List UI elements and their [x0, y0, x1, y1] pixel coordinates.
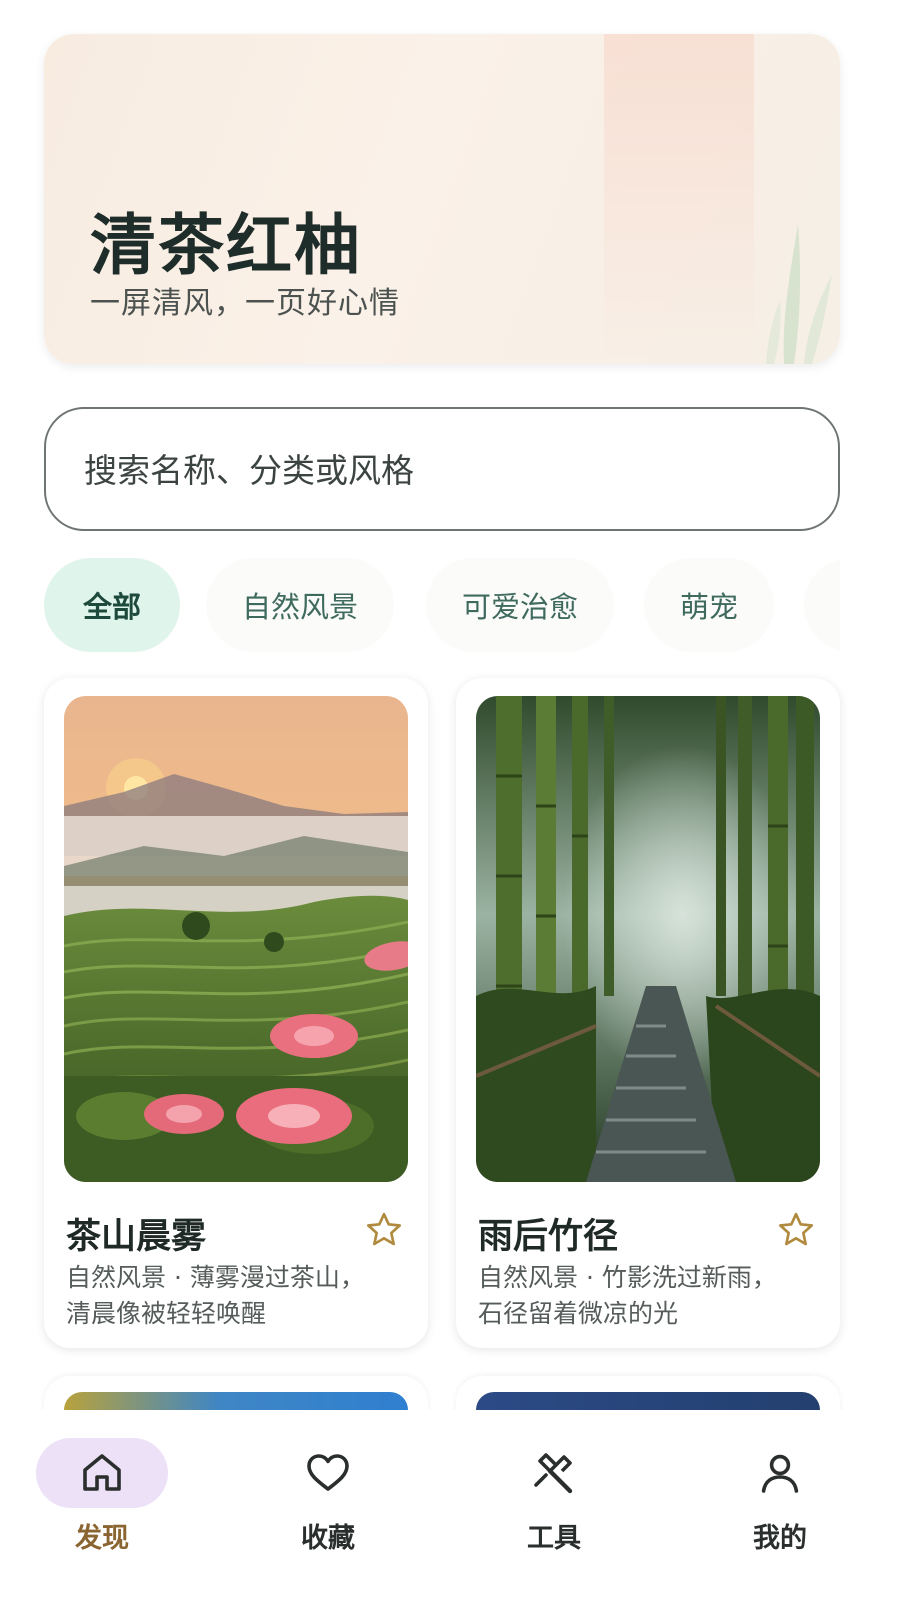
- hero-glow-decoration: [604, 34, 754, 364]
- wallpaper-thumbnail[interactable]: [64, 696, 408, 1182]
- chip-pets[interactable]: 萌宠: [644, 558, 774, 652]
- chip-all[interactable]: 全部: [44, 558, 180, 652]
- chip-nature[interactable]: 自然风景: [206, 558, 394, 652]
- card-title: 茶山晨雾: [66, 1217, 207, 1257]
- nav-profile[interactable]: 我的: [700, 1410, 860, 1600]
- nav-label: 我的: [753, 1523, 807, 1554]
- profile-icon: [761, 1454, 799, 1493]
- chip-more-partial[interactable]: [804, 558, 840, 652]
- nav-discover[interactable]: 发现: [22, 1410, 182, 1600]
- search-input[interactable]: [84, 441, 784, 499]
- hero-banner: 清茶红柚 一屏清风，一页好心情: [44, 34, 840, 364]
- chip-cute-healing[interactable]: 可爱治愈: [426, 558, 614, 652]
- card-description: 自然风景 · 竹影洗过新雨，石径留着微凉的光: [478, 1263, 777, 1328]
- nav-favorites[interactable]: 收藏: [248, 1410, 408, 1600]
- bamboo-path-image: [476, 696, 820, 1182]
- star-outline-icon[interactable]: [776, 1210, 816, 1250]
- tea-mountain-image: [64, 696, 408, 1182]
- nav-tools[interactable]: 工具: [474, 1410, 634, 1600]
- bottom-navigation: 发现 收藏 工具 我的: [0, 1410, 900, 1600]
- nav-label: 收藏: [301, 1523, 355, 1554]
- star-outline-icon[interactable]: [364, 1210, 404, 1250]
- leaf-decoration-icon: [766, 224, 832, 364]
- nav-label: 工具: [527, 1523, 581, 1554]
- search-box[interactable]: [44, 407, 840, 531]
- wallpaper-card[interactable]: 茶山晨雾 自然风景 · 薄雾漫过茶山，清晨像被轻轻唤醒: [44, 678, 428, 1348]
- wallpaper-thumbnail[interactable]: [476, 696, 820, 1182]
- category-chips: 全部 自然风景 可爱治愈 萌宠: [44, 558, 840, 652]
- card-title: 雨后竹径: [478, 1217, 619, 1257]
- nav-label: 发现: [75, 1523, 129, 1554]
- tools-icon: [534, 1453, 573, 1494]
- app-subtitle: 一屏清风，一页好心情: [90, 286, 400, 321]
- app-title: 清茶红柚: [90, 207, 362, 284]
- wallpaper-card[interactable]: 雨后竹径 自然风景 · 竹影洗过新雨，石径留着微凉的光: [456, 678, 840, 1348]
- card-description: 自然风景 · 薄雾漫过茶山，清晨像被轻轻唤醒: [66, 1263, 365, 1328]
- heart-icon: [307, 1454, 349, 1491]
- home-icon: [83, 1454, 121, 1491]
